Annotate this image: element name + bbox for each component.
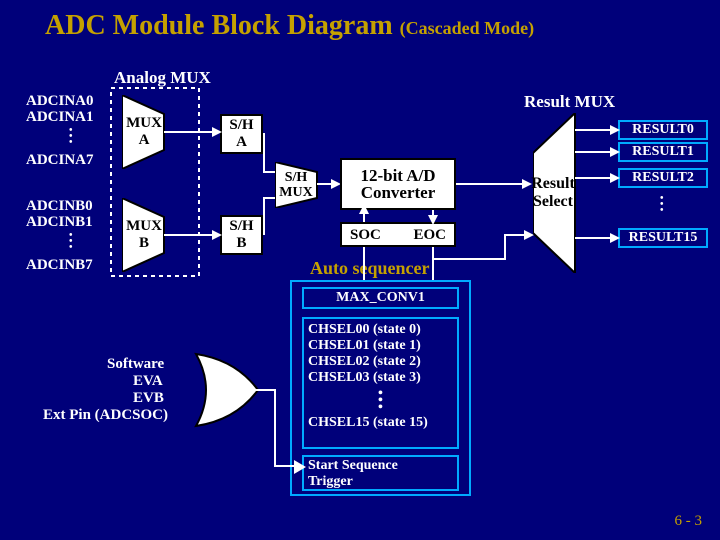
trigger-eva: EVA <box>133 373 163 389</box>
analog-mux-label: Analog MUX <box>114 70 211 86</box>
wire <box>575 177 615 179</box>
result-select-label: Result Select <box>528 175 578 211</box>
or-gate-icon <box>186 350 266 430</box>
arrow-right-icon <box>610 125 620 135</box>
adcina1-label: ADCINA1 <box>26 109 94 125</box>
chsel-row: CHSEL15 (state 15) <box>308 415 453 431</box>
arrow-right-icon <box>610 233 620 243</box>
wire <box>274 389 276 467</box>
converter-block: 12-bit A/D Converter <box>340 158 456 210</box>
arrow-right-icon <box>610 173 620 183</box>
title-main: ADC Module Block Diagram <box>45 10 393 41</box>
vdots-icon: ••• <box>660 196 664 214</box>
mux-b-label: MUX B <box>124 218 164 252</box>
sh-mux-block: S/H MUX <box>275 162 330 208</box>
wire <box>434 258 506 260</box>
vdots-icon: ••• <box>308 390 453 411</box>
wire <box>575 237 615 239</box>
adcinb0-label: ADCINB0 <box>26 198 93 214</box>
sh-a-block: S/H A <box>220 114 263 154</box>
wire <box>263 197 265 235</box>
mux-a-label: MUX A <box>124 115 164 149</box>
sh-mux-label: S/H MUX <box>277 170 315 200</box>
arrow-right-icon <box>610 147 620 157</box>
soc-eoc-block: SOC EOC <box>340 222 456 247</box>
page-number: 6 - 3 <box>675 513 703 530</box>
adcina0-label: ADCINA0 <box>26 93 94 109</box>
wire <box>456 183 528 185</box>
wire <box>256 389 276 391</box>
start-trigger-box: Start Sequence Trigger <box>302 455 459 491</box>
vdots-icon: ••• <box>69 233 73 251</box>
arrow-right-icon <box>212 230 222 240</box>
result0-box: RESULT0 <box>618 120 708 140</box>
chsel-row: CHSEL03 (state 3) <box>308 370 453 386</box>
chsel-row: CHSEL02 (state 2) <box>308 354 453 370</box>
wire <box>575 151 615 153</box>
wire <box>263 197 275 199</box>
arrow-down-icon <box>428 215 438 225</box>
max-conv-box: MAX_CONV1 <box>302 287 459 309</box>
wire <box>263 133 265 173</box>
adcina7-label: ADCINA7 <box>26 152 94 168</box>
chsel-row: CHSEL01 (state 1) <box>308 338 453 354</box>
trigger-extpin: Ext Pin (ADCSOC) <box>43 407 168 423</box>
trigger-evb: EVB <box>133 390 164 406</box>
arrow-up-icon <box>359 204 369 214</box>
wire <box>504 234 506 260</box>
adcinb1-label: ADCINB1 <box>26 214 93 230</box>
chsel-row: CHSEL00 (state 0) <box>308 322 453 338</box>
auto-sequencer-label: Auto sequencer <box>310 258 430 279</box>
wire <box>575 129 615 131</box>
title-sub: (Cascaded Mode) <box>400 18 534 38</box>
vdots-icon: ••• <box>69 128 73 146</box>
arrow-right-icon <box>294 460 308 474</box>
result-mux-label: Result MUX <box>524 94 615 110</box>
chsel-box: CHSEL00 (state 0) CHSEL01 (state 1) CHSE… <box>302 317 459 449</box>
wire <box>363 247 365 280</box>
arrow-right-icon <box>212 127 222 137</box>
wire <box>274 465 294 467</box>
soc-label: SOC <box>350 227 381 244</box>
page-title: ADC Module Block Diagram (Cascaded Mode) <box>45 10 534 42</box>
eoc-label: EOC <box>413 227 446 244</box>
result15-box: RESULT15 <box>618 228 708 248</box>
trigger-software: Software <box>107 356 164 372</box>
adcinb7-label: ADCINB7 <box>26 257 93 273</box>
wire <box>432 247 434 280</box>
sh-b-block: S/H B <box>220 215 263 255</box>
result1-box: RESULT1 <box>618 142 708 162</box>
wire <box>263 171 275 173</box>
result-select-block: Result Select <box>533 113 588 273</box>
result2-box: RESULT2 <box>618 168 708 188</box>
